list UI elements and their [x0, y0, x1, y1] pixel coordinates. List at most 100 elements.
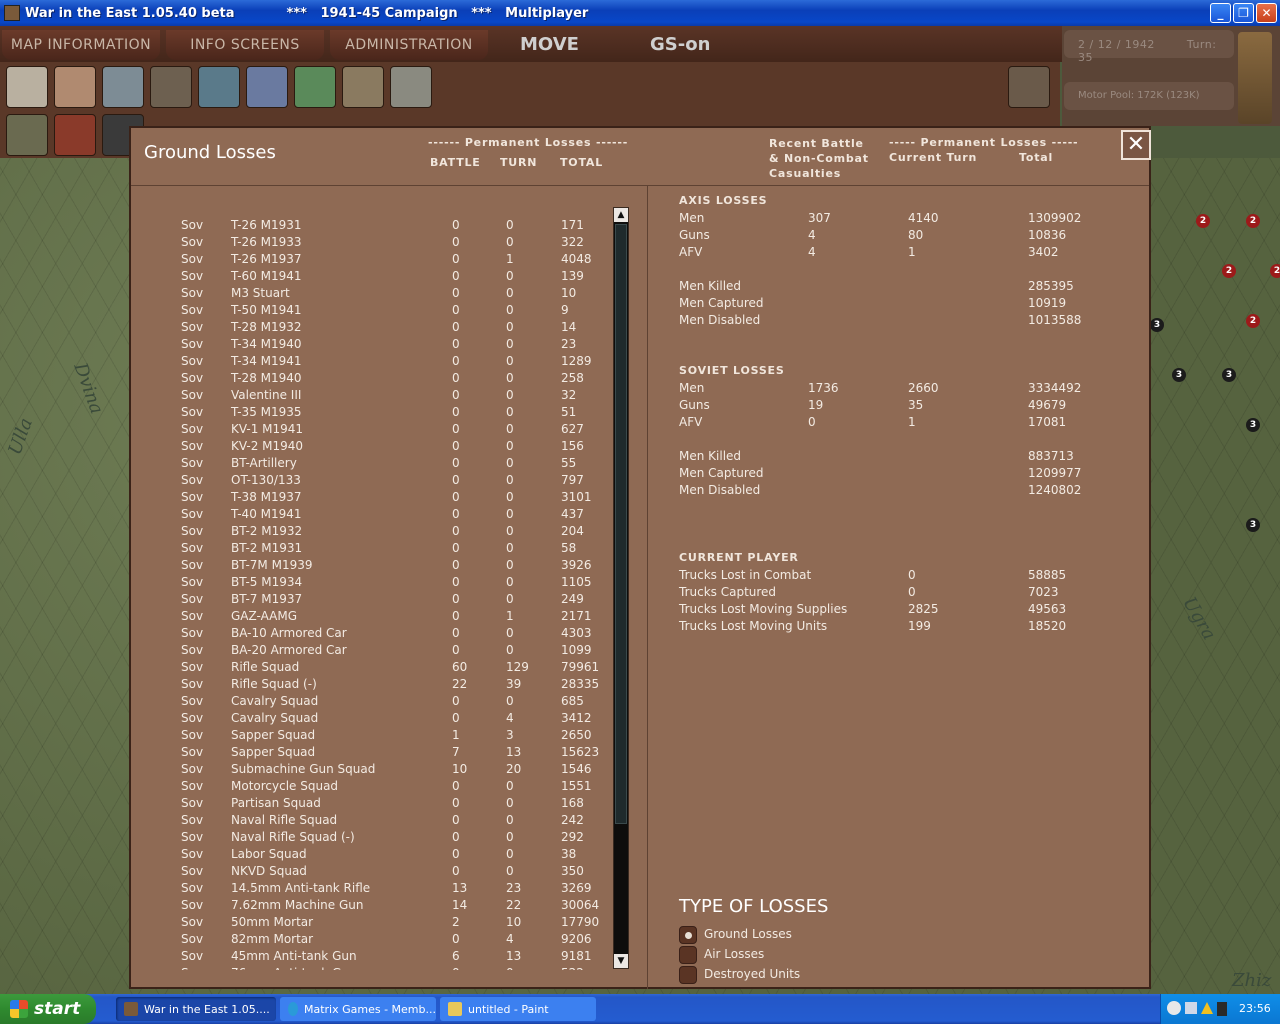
radio-button-icon[interactable] [679, 946, 697, 964]
map-key-icon[interactable] [6, 66, 48, 108]
axis-unit-counter[interactable]: 3 [1222, 368, 1236, 382]
air-losses-option[interactable]: Air Losses [679, 946, 839, 964]
scrollbar-thumb[interactable] [615, 224, 627, 824]
table-row[interactable]: Sov BA-10 Armored Car 0 0 4303 [181, 625, 611, 642]
table-row[interactable]: Sov 82mm Mortar 0 4 9206 [181, 931, 611, 948]
close-icon[interactable]: ✕ [1121, 130, 1151, 160]
warning-icon[interactable] [1201, 1002, 1213, 1014]
report-icon[interactable] [54, 114, 96, 156]
info-screens-menu[interactable]: INFO SCREENS [166, 30, 324, 60]
table-row[interactable]: Sov BT-7 M1937 0 0 249 [181, 591, 611, 608]
table-row[interactable]: Sov T-28 M1932 0 0 14 [181, 319, 611, 336]
table-row[interactable]: Sov Sapper Squad 7 13 15623 [181, 744, 611, 761]
taskbar-item-war-in-the-east[interactable]: War in the East 1.05.... [116, 997, 276, 1021]
radio-button-icon[interactable] [679, 966, 697, 984]
table-row[interactable]: Sov Naval Rifle Squad 0 0 242 [181, 812, 611, 829]
table-row[interactable]: Sov T-60 M1941 0 0 139 [181, 268, 611, 285]
table-row[interactable]: Sov M3 Stuart 0 0 10 [181, 285, 611, 302]
table-row[interactable]: Sov T-38 M1937 0 0 3101 [181, 489, 611, 506]
table-row[interactable]: Sov Sapper Squad 1 3 2650 [181, 727, 611, 744]
table-row[interactable]: Sov KV-1 M1941 0 0 627 [181, 421, 611, 438]
destroyed-units-option[interactable]: Destroyed Units [679, 966, 839, 984]
table-row[interactable]: Sov BT-Artillery 0 0 55 [181, 455, 611, 472]
gs-toggle-button[interactable]: GS-on [650, 34, 710, 55]
device-icon[interactable] [1217, 1002, 1227, 1016]
table-row[interactable]: Sov T-35 M1935 0 0 51 [181, 404, 611, 421]
window-close-button[interactable]: ✕ [1256, 3, 1277, 23]
scroll-down-arrow-icon[interactable]: ▼ [614, 954, 628, 968]
table-row[interactable]: Sov Partisan Squad 0 0 168 [181, 795, 611, 812]
soviet-unit-counter[interactable]: 2 [1270, 264, 1280, 278]
unit-insignia-icon[interactable] [294, 66, 336, 108]
axis-unit-counter[interactable]: 3 [1172, 368, 1186, 382]
turn-column-header[interactable]: TURN [500, 156, 537, 169]
restore-button[interactable]: ❐ [1233, 3, 1254, 23]
recent-casualties-header: Recent Battle & Non-Combat Casualties [769, 137, 869, 180]
general-icon[interactable] [342, 66, 384, 108]
table-row[interactable]: Sov 76mm Anti-tank Gun 0 0 522 [181, 965, 611, 970]
table-row[interactable]: Sov Valentine III 0 0 32 [181, 387, 611, 404]
officers-icon[interactable] [390, 66, 432, 108]
move-mode-button[interactable]: MOVE [520, 34, 579, 55]
table-row[interactable]: Sov Motorcycle Squad 0 0 1551 [181, 778, 611, 795]
truck-icon[interactable] [1008, 66, 1050, 108]
shield-icon[interactable] [198, 66, 240, 108]
table-row[interactable]: Sov BT-5 M1934 0 0 1105 [181, 574, 611, 591]
table-row[interactable]: Sov 14.5mm Anti-tank Rifle 13 23 3269 [181, 880, 611, 897]
soviet-unit-counter[interactable]: 2 [1196, 214, 1210, 228]
industry-icon[interactable] [102, 66, 144, 108]
table-row[interactable]: Sov BT-2 M1932 0 0 204 [181, 523, 611, 540]
table-row[interactable]: Sov T-26 M1937 0 1 4048 [181, 251, 611, 268]
soviet-unit-counter[interactable]: 2 [1222, 264, 1236, 278]
table-row[interactable]: Sov T-50 M1941 0 0 9 [181, 302, 611, 319]
battle-column-header[interactable]: BATTLE [430, 156, 481, 169]
table-row[interactable]: Sov Submachine Gun Squad 10 20 1546 [181, 761, 611, 778]
table-row[interactable]: Sov BA-20 Armored Car 0 0 1099 [181, 642, 611, 659]
taskbar-item-paint[interactable]: untitled - Paint [440, 997, 596, 1021]
table-row[interactable]: Sov 50mm Mortar 2 10 17790 [181, 914, 611, 931]
table-row[interactable]: Sov T-34 M1940 0 0 23 [181, 336, 611, 353]
table-row[interactable]: Sov Labor Squad 0 0 38 [181, 846, 611, 863]
table-row[interactable]: Sov T-34 M1941 0 0 1289 [181, 353, 611, 370]
table-row[interactable]: Sov Cavalry Squad 0 0 685 [181, 693, 611, 710]
ground-losses-option[interactable]: Ground Losses [679, 926, 839, 944]
soviet-unit-counter[interactable]: 2 [1246, 214, 1260, 228]
map-information-menu[interactable]: MAP INFORMATION [2, 30, 160, 60]
start-button[interactable]: start [0, 994, 96, 1024]
table-row[interactable]: Sov T-26 M1933 0 0 322 [181, 234, 611, 251]
table-row[interactable]: Sov T-26 M1931 0 0 171 [181, 217, 611, 234]
taskbar-item-matrix-games[interactable]: Matrix Games - Memb... [280, 997, 436, 1021]
unit-name-cell: T-35 M1935 [231, 405, 302, 419]
table-row[interactable]: Sov GAZ-AAMG 0 1 2171 [181, 608, 611, 625]
minimize-button[interactable]: _ [1210, 3, 1231, 23]
total-column-header[interactable]: TOTAL [560, 156, 603, 169]
axis-unit-counter[interactable]: 3 [1246, 518, 1260, 532]
commander-portrait[interactable] [1238, 32, 1272, 124]
table-row[interactable]: Sov Naval Rifle Squad (-) 0 0 292 [181, 829, 611, 846]
radio-button-icon[interactable] [679, 926, 697, 944]
table-row[interactable]: Sov Cavalry Squad 0 4 3412 [181, 710, 611, 727]
table-row[interactable]: Sov T-40 M1941 0 0 437 [181, 506, 611, 523]
table-row[interactable]: Sov NKVD Squad 0 0 350 [181, 863, 611, 880]
axis-unit-counter[interactable]: 3 [1150, 318, 1164, 332]
jeep-icon[interactable] [6, 114, 48, 156]
tray-expand-icon[interactable] [1167, 1001, 1181, 1015]
soviet-unit-counter[interactable]: 2 [1246, 314, 1260, 328]
axis-unit-counter[interactable]: 3 [1246, 418, 1260, 432]
portrait-icon[interactable] [54, 66, 96, 108]
table-row[interactable]: Sov BT-7M M1939 0 0 3926 [181, 557, 611, 574]
scroll-up-arrow-icon[interactable]: ▲ [614, 208, 628, 222]
table-row[interactable]: Sov 7.62mm Machine Gun 14 22 30064 [181, 897, 611, 914]
table-row[interactable]: Sov OT-130/133 0 0 797 [181, 472, 611, 489]
table-row[interactable]: Sov 45mm Anti-tank Gun 6 13 9181 [181, 948, 611, 965]
table-row[interactable]: Sov Rifle Squad 60 129 79961 [181, 659, 611, 676]
luftwaffe-icon[interactable] [246, 66, 288, 108]
soldiers-icon[interactable] [150, 66, 192, 108]
administration-menu[interactable]: ADMINISTRATION [330, 30, 488, 60]
table-row[interactable]: Sov T-28 M1940 0 0 258 [181, 370, 611, 387]
network-icon[interactable] [1185, 1002, 1197, 1014]
table-row[interactable]: Sov KV-2 M1940 0 0 156 [181, 438, 611, 455]
unit-list-scrollbar[interactable]: ▲ ▼ [613, 207, 629, 969]
table-row[interactable]: Sov Rifle Squad (-) 22 39 28335 [181, 676, 611, 693]
table-row[interactable]: Sov BT-2 M1931 0 0 58 [181, 540, 611, 557]
